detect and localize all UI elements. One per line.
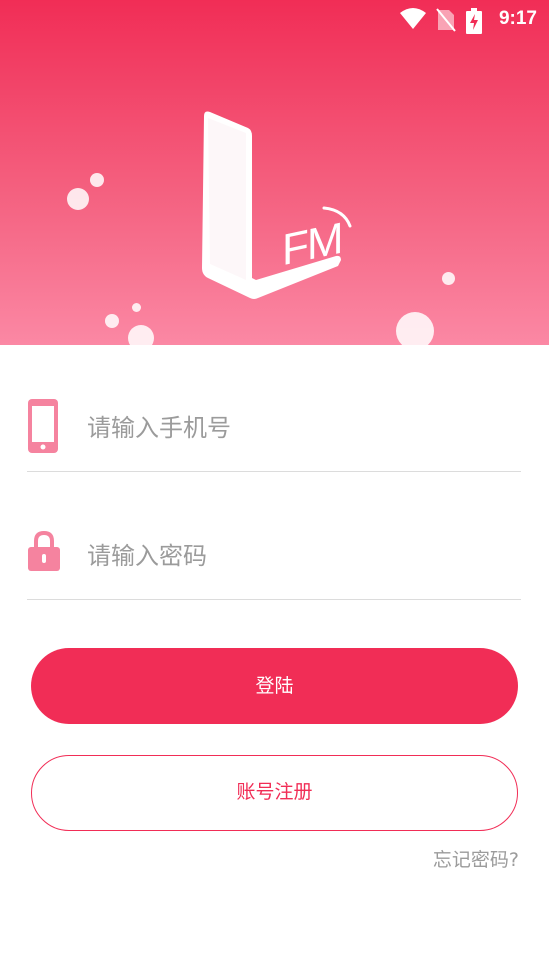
decor-bubble [442,272,455,285]
status-time: 9:17 [498,8,537,29]
decor-bubble [128,325,154,345]
password-input[interactable] [87,520,517,592]
login-screen: 9:17 FM 请输入手机号 登陆 账号注册 忘记密码? [0,0,549,976]
battery-charging-icon [466,8,482,38]
no-sim-icon [436,8,456,36]
forgot-password-link[interactable]: 忘记密码? [433,845,519,872]
phone-field [27,392,521,472]
app-logo: FM [196,108,356,312]
status-bar: 9:17 [0,0,549,40]
lock-icon [27,530,61,576]
decor-bubble [132,303,141,312]
decor-bubble [396,312,434,345]
decor-bubble [67,188,89,210]
header-banner: 9:17 FM [0,0,549,345]
phone-input[interactable] [87,392,517,464]
password-field [27,520,521,600]
login-button[interactable]: 登陆 [31,648,518,724]
phone-icon [27,398,59,458]
register-button[interactable]: 账号注册 [31,755,518,831]
decor-bubble [105,314,119,328]
decor-bubble [90,173,104,187]
wifi-icon [400,8,426,34]
